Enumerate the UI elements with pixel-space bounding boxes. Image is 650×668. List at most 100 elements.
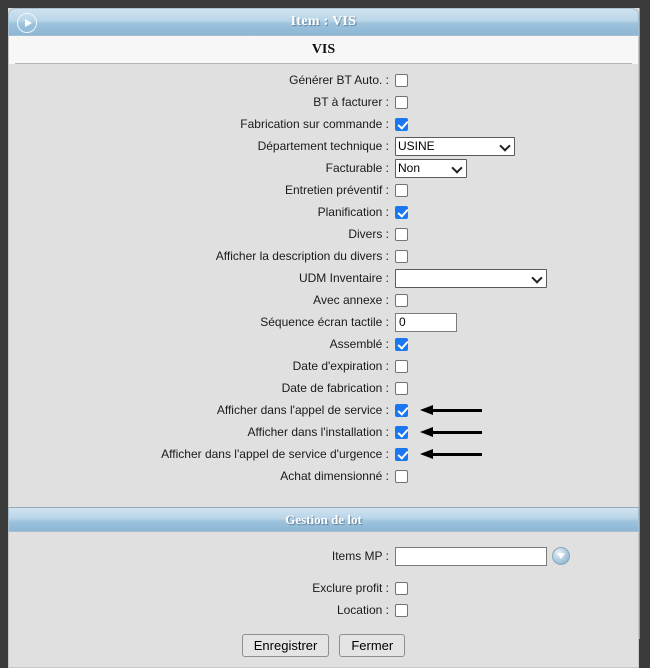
departement-technique-select[interactable]: USINE bbox=[395, 136, 515, 156]
item-panel: Item : VIS VIS Générer BT Auto. : BT à fa… bbox=[8, 8, 640, 668]
page-background: Item : VIS VIS Générer BT Auto. : BT à fa… bbox=[0, 0, 650, 668]
location-control bbox=[395, 603, 408, 617]
item-subtitle: VIS bbox=[311, 42, 336, 57]
arrow-shaft bbox=[430, 409, 482, 412]
afficher-description-divers-control bbox=[395, 249, 408, 263]
udm-inventaire-control bbox=[395, 268, 547, 288]
form-row-afficher-dans-installation: Afficher dans l'installation : bbox=[9, 422, 638, 442]
location-label: Location : bbox=[336, 603, 389, 617]
play-triangle-icon[interactable] bbox=[17, 13, 37, 33]
facturable-select-wrap: Non bbox=[395, 158, 467, 178]
afficher-dans-appel-de-service-urgence-control bbox=[395, 447, 482, 461]
facturable-select[interactable]: Non bbox=[395, 158, 467, 178]
entretien-preventif-checkbox[interactable] bbox=[395, 183, 408, 197]
date-fabrication-checkbox[interactable] bbox=[395, 381, 408, 395]
udm-inventaire-select-wrap bbox=[395, 268, 547, 288]
lot-section-header: Gestion de lot bbox=[8, 507, 639, 532]
annotation-arrow-afficher-dans-appel-de-service bbox=[420, 405, 482, 415]
departement-technique-select-wrap: USINE bbox=[395, 136, 515, 156]
achat-dimensionne-checkbox[interactable] bbox=[395, 469, 408, 483]
close-button[interactable]: Fermer bbox=[339, 634, 406, 657]
udm-inventaire-label: UDM Inventaire : bbox=[298, 271, 389, 285]
afficher-dans-appel-de-service-label: Afficher dans l'appel de service : bbox=[216, 403, 389, 417]
annotation-arrow-afficher-dans-appel-de-service-urgence bbox=[420, 449, 482, 459]
exclure-profit-control bbox=[395, 581, 408, 595]
fabrication-sur-commande-checkbox[interactable] bbox=[395, 117, 408, 131]
date-expiration-control bbox=[395, 359, 408, 373]
planification-checkbox[interactable] bbox=[395, 205, 408, 219]
form-row-udm-inventaire: UDM Inventaire : bbox=[9, 268, 638, 288]
arrow-shaft bbox=[430, 431, 482, 434]
items-mp-control bbox=[395, 546, 570, 566]
sequence-ecran-tactile-control bbox=[395, 312, 457, 332]
sequence-ecran-tactile-input[interactable] bbox=[395, 312, 457, 332]
window-title: Item : VIS bbox=[290, 14, 357, 29]
chevron-down-circle-icon[interactable] bbox=[552, 547, 570, 565]
departement-technique-label: Département technique : bbox=[257, 139, 389, 153]
items-mp-input[interactable] bbox=[395, 546, 547, 566]
divers-checkbox[interactable] bbox=[395, 227, 408, 241]
exclure-profit-checkbox[interactable] bbox=[395, 581, 408, 595]
triangle-glyph bbox=[24, 19, 32, 27]
lot-form: Items MP : Exclure profit : Location : bbox=[9, 546, 638, 620]
avec-annexe-control bbox=[395, 293, 408, 307]
section-spacer bbox=[8, 496, 639, 507]
form-row-bt-a-facturer: BT à facturer : bbox=[9, 92, 638, 112]
form-row-sequence-ecran-tactile: Séquence écran tactile : bbox=[9, 312, 638, 332]
bt-a-facturer-checkbox[interactable] bbox=[395, 95, 408, 109]
afficher-dans-appel-de-service-checkbox[interactable] bbox=[395, 403, 408, 417]
action-buttons: Enregistrer Fermer bbox=[9, 634, 638, 657]
annotation-arrow-afficher-dans-installation bbox=[420, 427, 482, 437]
down-triangle-glyph bbox=[557, 552, 565, 559]
form-row-facturable: Facturable : Non bbox=[9, 158, 638, 178]
form-row-achat-dimensionne: Achat dimensionné : bbox=[9, 466, 638, 486]
form-row-afficher-dans-appel-de-service: Afficher dans l'appel de service : bbox=[9, 400, 638, 420]
assemble-checkbox[interactable] bbox=[395, 337, 408, 351]
planification-label: Planification : bbox=[317, 205, 389, 219]
entretien-preventif-control bbox=[395, 183, 408, 197]
afficher-dans-installation-checkbox[interactable] bbox=[395, 425, 408, 439]
form-row-fabrication-sur-commande: Fabrication sur commande : bbox=[9, 114, 638, 134]
avec-annexe-label: Avec annexe : bbox=[313, 293, 389, 307]
udm-inventaire-select[interactable] bbox=[395, 268, 547, 288]
divers-control bbox=[395, 227, 408, 241]
sequence-ecran-tactile-label: Séquence écran tactile : bbox=[260, 315, 389, 329]
form-row-divers: Divers : bbox=[9, 224, 638, 244]
entretien-preventif-label: Entretien préventif : bbox=[284, 183, 389, 197]
form-row-exclure-profit: Exclure profit : bbox=[9, 578, 638, 598]
fabrication-sur-commande-control bbox=[395, 117, 408, 131]
form-row-assemble: Assemblé : bbox=[9, 334, 638, 354]
afficher-description-divers-checkbox[interactable] bbox=[395, 249, 408, 263]
afficher-dans-installation-label: Afficher dans l'installation : bbox=[247, 425, 389, 439]
item-form: Générer BT Auto. : BT à facturer : Fabrica… bbox=[8, 64, 639, 496]
form-row-generer-bt-auto: Générer BT Auto. : bbox=[9, 70, 638, 90]
achat-dimensionne-label: Achat dimensionné : bbox=[280, 469, 389, 483]
afficher-dans-installation-control bbox=[395, 425, 482, 439]
bt-a-facturer-control bbox=[395, 95, 408, 109]
avec-annexe-checkbox[interactable] bbox=[395, 293, 408, 307]
lot-section-body: Items MP : Exclure profit : Location : Enr… bbox=[8, 532, 639, 668]
form-row-afficher-description-divers: Afficher la description du divers : bbox=[9, 246, 638, 266]
fabrication-sur-commande-label: Fabrication sur commande : bbox=[240, 117, 389, 131]
generer-bt-auto-label: Générer BT Auto. : bbox=[289, 73, 389, 87]
exclure-profit-label: Exclure profit : bbox=[312, 581, 389, 595]
location-checkbox[interactable] bbox=[395, 603, 408, 617]
facturable-label: Facturable : bbox=[325, 161, 389, 175]
achat-dimensionne-control bbox=[395, 469, 408, 483]
lot-section-title: Gestion de lot bbox=[285, 511, 362, 527]
date-expiration-checkbox[interactable] bbox=[395, 359, 408, 373]
form-row-date-fabrication: Date de fabrication : bbox=[9, 378, 638, 398]
form-row-avec-annexe: Avec annexe : bbox=[9, 290, 638, 310]
save-button[interactable]: Enregistrer bbox=[241, 634, 330, 657]
facturable-control: Non bbox=[395, 158, 467, 178]
afficher-dans-appel-de-service-urgence-checkbox[interactable] bbox=[395, 447, 408, 461]
generer-bt-auto-checkbox[interactable] bbox=[395, 73, 408, 87]
assemble-label: Assemblé : bbox=[329, 337, 389, 351]
arrow-shaft bbox=[430, 453, 482, 456]
items-mp-label: Items MP : bbox=[331, 549, 389, 563]
form-row-date-expiration: Date d'expiration : bbox=[9, 356, 638, 376]
form-row-location: Location : bbox=[9, 600, 638, 620]
window-titlebar: Item : VIS bbox=[8, 8, 639, 36]
afficher-description-divers-label: Afficher la description du divers : bbox=[215, 249, 389, 263]
generer-bt-auto-control bbox=[395, 73, 408, 87]
